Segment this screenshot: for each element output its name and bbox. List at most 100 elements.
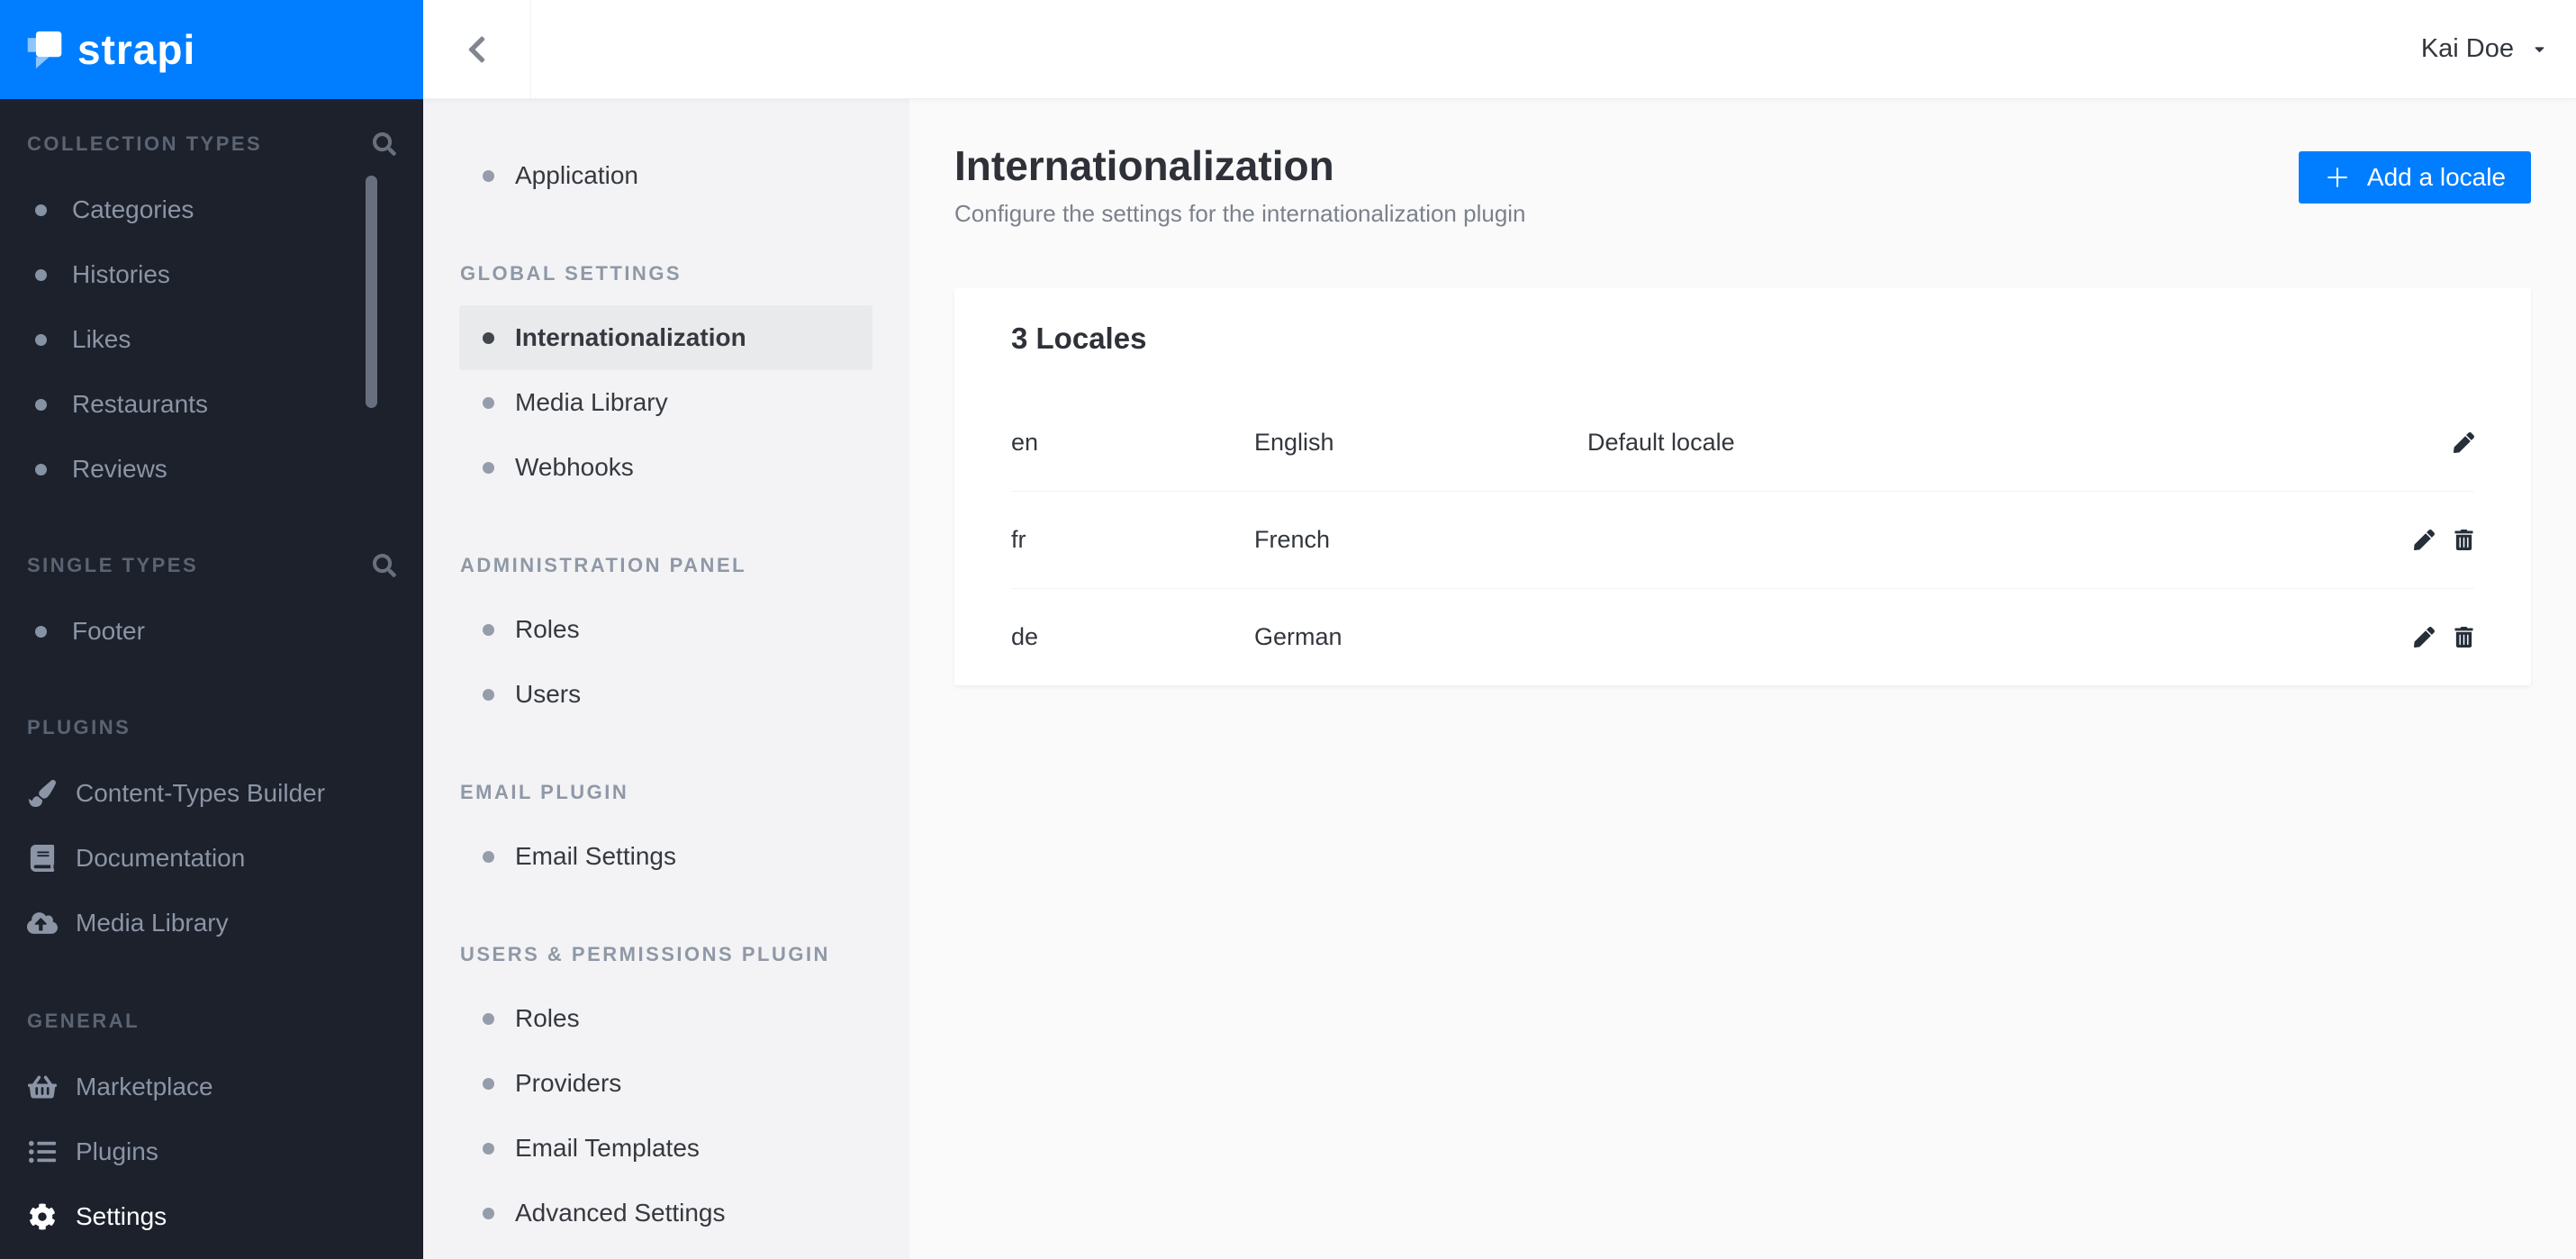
user-menu[interactable]: Kai Doe <box>2421 34 2576 64</box>
sidebar-item-reviews[interactable]: Reviews <box>27 437 396 502</box>
administration-panel-heading: ADMINISTRATION PANEL <box>460 554 747 576</box>
sidebar-item-settings[interactable]: Settings <box>27 1184 396 1249</box>
edit-locale-button[interactable] <box>2414 530 2435 550</box>
section-collection-types: COLLECTION TYPES Categories Histories Li… <box>0 132 423 502</box>
caret-down-icon <box>2532 41 2547 57</box>
bullet-icon <box>483 1142 494 1155</box>
settings-menu-item-webhooks[interactable]: Webhooks <box>423 435 909 500</box>
sidebar-item-restaurants[interactable]: Restaurants <box>27 372 396 437</box>
general-heading: GENERAL <box>27 1010 140 1032</box>
locale-row-en: en English Default locale <box>1011 394 2474 491</box>
locale-code: en <box>1011 428 1039 456</box>
sidebar-item-footer[interactable]: Footer <box>27 599 396 664</box>
settings-menu-item-email-templates[interactable]: Email Templates <box>423 1116 909 1181</box>
locale-code: fr <box>1011 526 1026 553</box>
section-single-types: SINGLE TYPES Footer <box>0 554 423 664</box>
sidebar-item-histories[interactable]: Histories <box>27 242 396 307</box>
user-name: Kai Doe <box>2420 34 2514 63</box>
sidebar-item-content-types-builder[interactable]: Content-Types Builder <box>27 761 396 826</box>
plus-icon <box>2324 164 2351 191</box>
settings-menu-item-roles-admin[interactable]: Roles <box>423 597 909 662</box>
bullet-icon <box>35 333 47 346</box>
group-global-settings: GLOBAL SETTINGS Internationalization Med… <box>423 262 909 500</box>
main-sidebar: strapi COLLECTION TYPES Categories Histo… <box>0 0 423 1259</box>
sidebar-scrollbar-thumb[interactable] <box>366 176 377 408</box>
settings-menu-item-internationalization[interactable]: Internationalization <box>459 305 872 370</box>
section-general: GENERAL Marketplace Plugins Settings <box>0 1010 423 1249</box>
bullet-icon <box>35 204 47 216</box>
locale-code: de <box>1011 623 1039 650</box>
page-title: Internationalization <box>954 142 1334 189</box>
pencil-icon <box>2414 530 2435 550</box>
add-locale-button[interactable]: Add a locale <box>2298 151 2531 204</box>
chevron-left-icon <box>466 34 487 65</box>
group-users-permissions-plugin: USERS & PERMISSIONS PLUGIN Roles Provide… <box>423 943 909 1245</box>
settings-menu-item-media-library[interactable]: Media Library <box>423 370 909 435</box>
edit-locale-button[interactable] <box>2454 432 2474 453</box>
edit-locale-button[interactable] <box>2414 627 2435 648</box>
locale-row-de: de German <box>1011 588 2474 685</box>
sidebar-item-media-library[interactable]: Media Library <box>27 891 396 956</box>
locale-note: Default locale <box>1587 428 1735 456</box>
settings-menu-item-providers[interactable]: Providers <box>423 1051 909 1116</box>
sidebar-item-plugins[interactable]: Plugins <box>27 1119 396 1184</box>
bullet-icon <box>483 169 494 182</box>
section-plugins: PLUGINS Content-Types Builder Documentat… <box>0 716 423 956</box>
search-icon[interactable] <box>373 554 396 577</box>
settings-menu-item-email-settings[interactable]: Email Settings <box>423 824 909 889</box>
gear-icon <box>27 1203 58 1230</box>
bullet-icon <box>35 268 47 281</box>
locale-name: English <box>1254 428 1334 456</box>
settings-menu-item-users[interactable]: Users <box>423 662 909 727</box>
bullet-icon <box>483 331 494 344</box>
main-content: Internationalization Configure the setti… <box>909 99 2576 1259</box>
cloud-upload-icon <box>27 910 58 937</box>
pencil-icon <box>2414 627 2435 648</box>
delete-locale-button[interactable] <box>2454 530 2474 550</box>
locale-name: French <box>1254 526 1331 553</box>
bullet-icon <box>35 625 47 638</box>
page-header: Internationalization Configure the setti… <box>954 144 2531 228</box>
back-button[interactable] <box>423 0 531 98</box>
brush-icon <box>27 780 58 807</box>
locales-heading: 3 Locales <box>1011 322 1147 355</box>
pencil-icon <box>2454 432 2474 453</box>
bullet-icon <box>483 1012 494 1025</box>
search-icon[interactable] <box>373 132 396 156</box>
bullet-icon <box>483 688 494 701</box>
strapi-logo[interactable]: strapi <box>0 0 423 99</box>
locale-row-fr: fr French <box>1011 491 2474 588</box>
global-settings-heading: GLOBAL SETTINGS <box>460 262 682 285</box>
bullet-icon <box>483 396 494 409</box>
bullet-icon <box>35 463 47 476</box>
bullet-icon <box>483 1077 494 1090</box>
trash-icon <box>2454 627 2474 648</box>
bullet-icon <box>483 461 494 474</box>
strapi-logo-mark <box>27 31 62 69</box>
sidebar-item-marketplace[interactable]: Marketplace <box>27 1055 396 1119</box>
locale-name: German <box>1254 623 1342 650</box>
single-types-heading: SINGLE TYPES <box>27 554 199 576</box>
users-permissions-heading: USERS & PERMISSIONS PLUGIN <box>460 943 830 965</box>
bullet-icon <box>483 623 494 636</box>
group-email-plugin: EMAIL PLUGIN Email Settings <box>423 781 909 889</box>
delete-locale-button[interactable] <box>2454 627 2474 648</box>
settings-menu-item-advanced-settings[interactable]: Advanced Settings <box>423 1181 909 1245</box>
brand-name: strapi <box>77 26 196 73</box>
bullet-icon <box>483 850 494 863</box>
basket-icon <box>27 1073 58 1100</box>
group-administration-panel: ADMINISTRATION PANEL Roles Users <box>423 554 909 727</box>
trash-icon <box>2454 530 2474 550</box>
settings-menu-item-roles-up[interactable]: Roles <box>423 986 909 1051</box>
settings-menu-item-application[interactable]: Application <box>423 143 909 208</box>
settings-menu: Application GLOBAL SETTINGS Internationa… <box>423 99 909 1259</box>
sidebar-item-likes[interactable]: Likes <box>27 307 396 372</box>
locales-card: 3 Locales en English Default locale fr F… <box>954 288 2531 685</box>
bullet-icon <box>483 1207 494 1219</box>
plugins-heading: PLUGINS <box>27 716 131 738</box>
topbar: Kai Doe <box>423 0 2576 99</box>
sidebar-item-documentation[interactable]: Documentation <box>27 826 396 891</box>
sidebar-item-categories[interactable]: Categories <box>27 177 396 242</box>
locales-table: en English Default locale fr French de G… <box>1011 394 2474 685</box>
page-subtitle: Configure the settings for the internati… <box>954 200 1526 227</box>
